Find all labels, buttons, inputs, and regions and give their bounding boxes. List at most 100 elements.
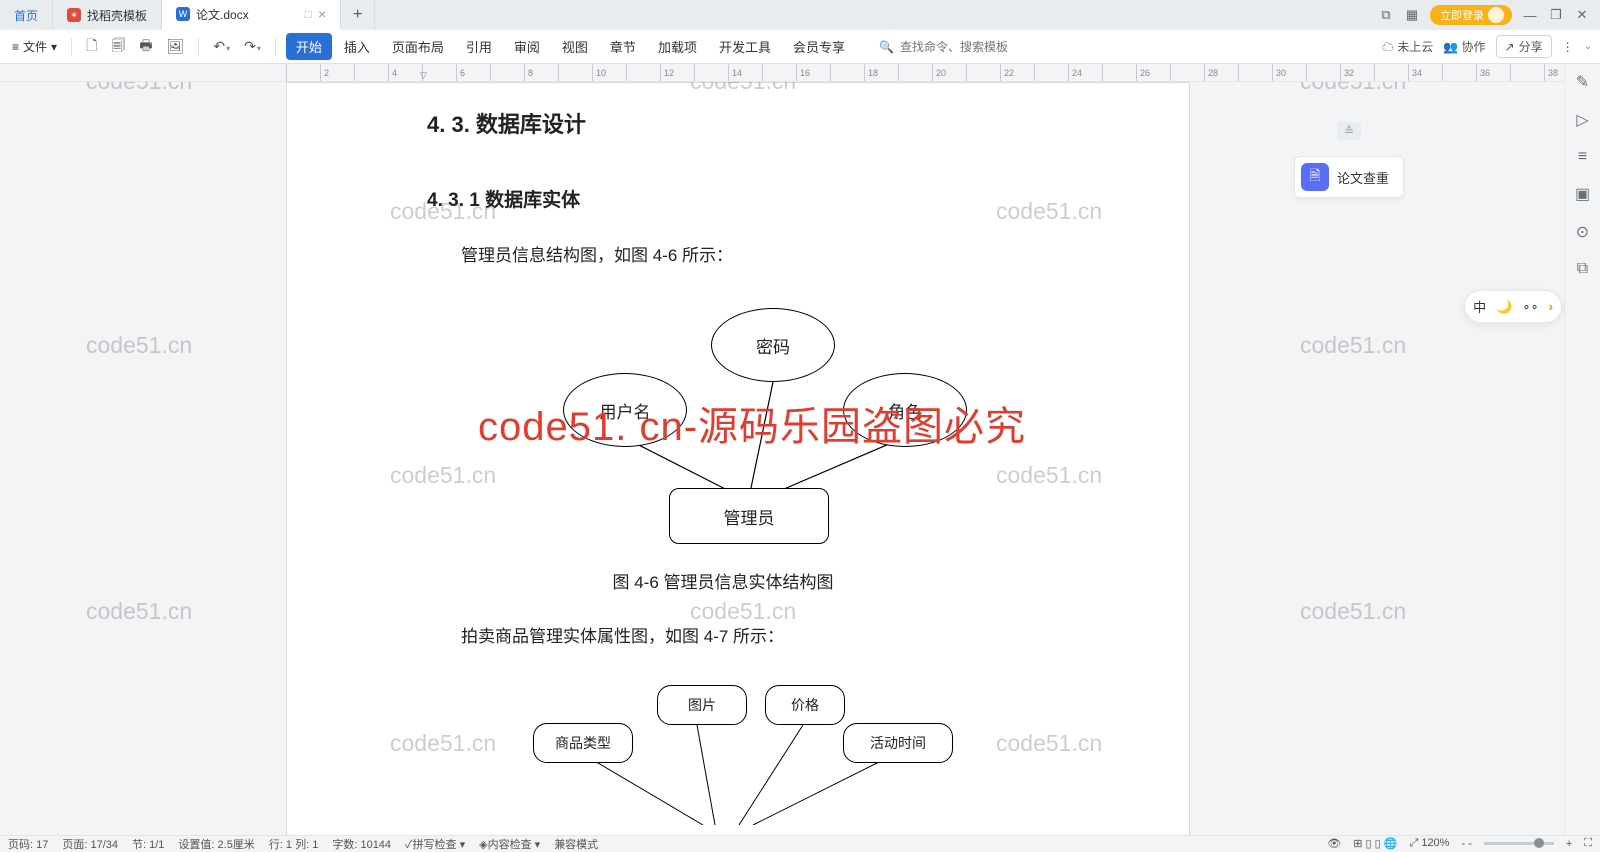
zoom-slider[interactable] [1484,842,1554,845]
tab-templates[interactable]: ✶ 找稻壳模板 [53,0,162,30]
quick-save-icon[interactable]: 🗐 [107,35,129,59]
assistant-pill[interactable]: 中 🌙 ∘∘ › [1464,290,1562,323]
undo-icon[interactable]: ↶▾ [209,38,234,55]
template-icon: ✶ [67,8,81,22]
quick-preview-icon[interactable]: 🖼 [163,38,189,55]
status-page-no[interactable]: 页码: 17 [8,836,48,852]
quick-new-icon[interactable]: 🗋 [82,35,101,59]
login-button[interactable]: 立即登录 [1430,5,1512,25]
tab-templates-label: 找稻壳模板 [87,7,147,24]
ruler-tick [1442,64,1476,81]
spellcheck-icon: ✓ [405,839,413,851]
ribbon-tab-addins[interactable]: 加载项 [648,33,707,60]
separator [275,38,276,56]
grid-icon[interactable]: ▦ [1404,7,1420,23]
ruler-tick: 26 [1136,64,1170,81]
status-section[interactable]: 节: 1/1 [132,836,164,852]
quick-print-icon[interactable]: 🖶 [135,35,156,59]
status-content-check[interactable]: ◈内容检查 ▾ [479,836,540,852]
maximize-button[interactable]: ❐ [1548,7,1564,23]
view-mode-icons[interactable]: ⊞ ▯ ▯ 🌐 [1353,837,1397,850]
attr-price: 价格 [765,685,845,725]
admin-entity-diagram: 用户名 密码 角色 管理员 [443,288,1003,548]
command-search[interactable]: 🔍 [879,40,1060,54]
redo-icon[interactable]: ↷▾ [240,38,265,55]
ruler-tick: 34 [1408,64,1442,81]
status-line-col[interactable]: 行: 1 列: 1 [269,836,319,852]
entity-password: 密码 [711,308,835,382]
ruler-tick [1238,64,1272,81]
ruler-tick [830,64,864,81]
ruler-tick [1034,64,1068,81]
status-indent[interactable]: 设置值: 2.5厘米 [178,836,254,852]
paper-check-button[interactable]: 🗎 论文查重 [1294,156,1404,198]
ruler-tick: 14 [728,64,762,81]
ribbon-tab-review[interactable]: 审阅 [504,33,550,60]
ruler-tick: 32 [1340,64,1374,81]
titlebar: 首页 ✶ 找稻壳模板 W 论文.docx □ × + ⧉ ▦ 立即登录 — ❐ … [0,0,1600,30]
file-menu[interactable]: ≡ 文件 ▾ [8,38,61,55]
floating-actions: ≙ 🗎 论文查重 [1294,122,1404,198]
horizontal-ruler[interactable]: 2468101214161820222426283032343638404244… [0,64,1600,82]
close-icon[interactable]: × [318,6,326,22]
watermark: code51.cn [1300,332,1406,359]
ribbon-tab-insert[interactable]: 插入 [334,33,380,60]
document-page[interactable]: 4. 3. 数据库设计 4. 3. 1 数据库实体 管理员信息结构图，如图 4-… [286,82,1190,835]
minimize-button[interactable]: — [1522,8,1538,23]
status-word-count[interactable]: 字数: 10144 [332,836,391,852]
more-icon[interactable]: ⋮ [1562,40,1574,54]
paragraph-1: 管理员信息结构图，如图 4-6 所示： [427,242,1019,270]
document-check-icon: 🗎 [1301,163,1329,191]
status-spellcheck[interactable]: ✓拼写检查 ▾ [405,836,465,852]
chevron-down-icon[interactable]: ⌄ [1584,41,1592,52]
ruler-tick [558,64,592,81]
zoom-label[interactable]: ⤢ 120% [1409,837,1449,850]
close-button[interactable]: ✕ [1574,7,1590,23]
ribbon-tab-references[interactable]: 引用 [456,33,502,60]
rail-panel-icon[interactable]: ▣ [1575,184,1590,204]
status-compat[interactable]: 兼容模式 [554,836,598,852]
ruler-tick [286,64,320,81]
rail-layout-icon[interactable]: ⧉ [1577,260,1588,278]
rail-pen-icon[interactable]: ✎ [1576,72,1589,92]
rail-target-icon[interactable]: ⊙ [1576,222,1589,242]
zoom-in-button[interactable]: + [1566,838,1572,850]
ruler-tick: 4 [388,64,422,81]
ribbon-tab-view[interactable]: 视图 [552,33,598,60]
ruler-tick: 18 [864,64,898,81]
ruler-tick [1374,64,1408,81]
chevron-right-icon: › [1549,299,1553,314]
chevron-down-icon: ▾ [51,40,57,54]
rail-settings-icon[interactable]: ≡ [1578,148,1587,166]
ribbon-tab-section[interactable]: 章节 [600,33,646,60]
status-page-of[interactable]: 页面: 17/34 [62,836,118,852]
moon-icon: 🌙 [1496,299,1512,315]
collapse-up-button[interactable]: ≙ [1337,122,1361,140]
zoom-out-button[interactable]: - - [1461,838,1471,850]
tab-new[interactable]: + [341,0,375,30]
collab-button[interactable]: 👥 协作 [1443,38,1485,55]
tab-home[interactable]: 首页 [0,0,53,30]
layout-icon[interactable]: ⧉ [1378,7,1394,23]
status-bar: 页码: 17 页面: 17/34 节: 1/1 设置值: 2.5厘米 行: 1 … [0,835,1600,851]
search-input[interactable] [900,40,1060,54]
ruler-tick: 6 [456,64,490,81]
ruler-tick: 12 [660,64,694,81]
ribbon-tab-member[interactable]: 会员专享 [783,33,855,60]
tab-document-label: 论文.docx [196,6,249,23]
cloud-button[interactable]: ☁ 未上云 [1382,38,1433,55]
toolbar-right: ☁ 未上云 👥 协作 ↗分享 ⋮ ⌄ [1382,35,1592,58]
share-button[interactable]: ↗分享 [1496,35,1552,58]
ribbon-tab-start[interactable]: 开始 [286,33,332,60]
ribbon-tab-page-layout[interactable]: 页面布局 [382,33,454,60]
attr-pic: 图片 [657,685,747,725]
attr-time: 活动时间 [843,723,953,763]
rail-cursor-icon[interactable]: ▷ [1576,110,1588,130]
tab-document[interactable]: W 论文.docx □ × [162,0,341,30]
indent-marker-icon[interactable]: ▽ [420,70,427,81]
entity-admin: 管理员 [669,488,829,544]
eye-icon[interactable]: 👁 [1327,837,1341,850]
ribbon-tab-developer[interactable]: 开发工具 [709,33,781,60]
ruler-tick [354,64,388,81]
fullscreen-icon[interactable]: ⛶ [1584,837,1592,850]
